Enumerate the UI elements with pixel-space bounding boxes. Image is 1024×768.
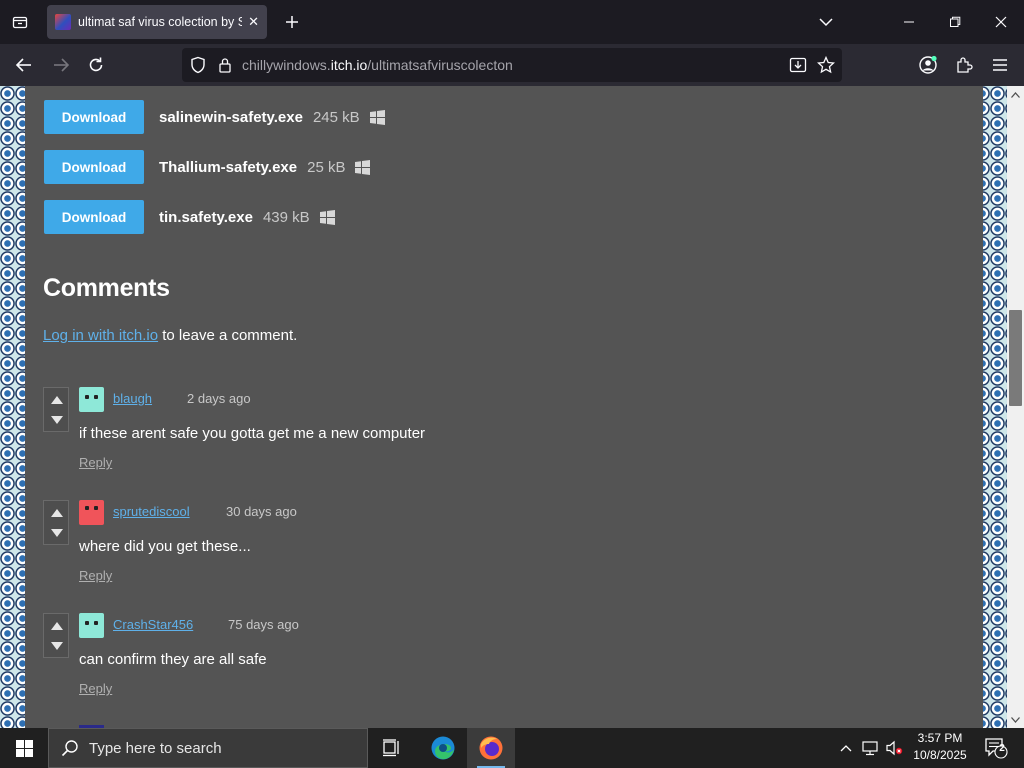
shield-icon[interactable] — [188, 55, 208, 75]
windows-logo-icon — [355, 159, 371, 175]
back-arrow-icon[interactable] — [9, 50, 39, 80]
download-row: Download tin.safety.exe 439 kB — [44, 200, 335, 234]
scrollbar-thumb[interactable] — [1009, 310, 1022, 406]
download-row: Download Thallium-safety.exe 25 kB — [44, 150, 371, 184]
lock-icon[interactable] — [215, 55, 235, 75]
downvote-icon[interactable] — [49, 411, 65, 429]
edge-icon[interactable] — [419, 728, 467, 768]
tab-bar: ultimat saf virus colection by Si ✕ — [0, 0, 1024, 44]
clock-date: 10/8/2025 — [913, 748, 967, 762]
tab-title: ultimat saf virus colection by Si — [78, 15, 243, 29]
scroll-up-icon[interactable] — [1007, 86, 1024, 103]
login-link[interactable]: Log in with itch.io — [43, 327, 158, 344]
windows-logo-icon — [369, 109, 385, 125]
download-button[interactable]: Download — [44, 150, 144, 184]
close-icon[interactable]: ✕ — [248, 14, 259, 30]
vote-box — [43, 387, 69, 432]
download-button[interactable]: Download — [44, 200, 144, 234]
comment-body: if these arent safe you gotta get me a n… — [79, 425, 426, 442]
reload-icon[interactable] — [81, 50, 111, 80]
forward-arrow-icon[interactable] — [46, 50, 76, 80]
url-path: /ultimatsafviruscolecton — [367, 57, 513, 73]
tab-favicon — [55, 14, 71, 30]
extensions-icon[interactable] — [949, 50, 979, 80]
avatar[interactable] — [79, 613, 104, 638]
download-file-name: Thallium-safety.exe — [159, 158, 298, 176]
search-placeholder: Type here to search — [89, 739, 222, 757]
avatar[interactable] — [79, 387, 104, 412]
browser-tab-active[interactable]: ultimat saf virus colection by Si ✕ — [47, 5, 267, 39]
upvote-icon[interactable] — [49, 391, 65, 409]
close-window-icon[interactable] — [979, 6, 1023, 38]
vote-box — [43, 500, 69, 545]
url-host: itch.io — [330, 57, 368, 73]
upvote-icon[interactable] — [49, 504, 65, 522]
page-viewport: Download salinewin-safety.exe 245 kB Dow… — [0, 86, 1024, 728]
clock-time: 3:57 PM — [917, 731, 963, 745]
page-scrollbar[interactable] — [1007, 86, 1024, 728]
notification-count: 2 — [999, 743, 1005, 754]
url-prefix: chillywindows. — [242, 57, 331, 73]
comment-author-link[interactable]: sprutediscool — [113, 504, 190, 519]
downvote-icon[interactable] — [49, 637, 65, 655]
windows-start-button[interactable] — [0, 728, 48, 768]
comment-timestamp: 2 days ago — [187, 391, 251, 406]
download-button[interactable]: Download — [44, 100, 144, 134]
url-text[interactable]: chillywindows.itch.io/ultimatsafviruscol… — [242, 57, 513, 73]
downvote-icon[interactable] — [49, 524, 65, 542]
reply-link[interactable]: Reply — [79, 455, 112, 470]
comment-author-link[interactable]: CrashStar456 — [113, 617, 193, 632]
search-icon — [61, 739, 79, 757]
login-suffix: to leave a comment. — [158, 327, 298, 344]
download-file-size: 245 kB — [312, 108, 360, 126]
vote-box — [43, 613, 69, 658]
navigation-toolbar: chillywindows.itch.io/ultimatsafviruscol… — [0, 44, 1024, 86]
notification-icon[interactable]: 2 — [978, 728, 1014, 768]
reply-link[interactable]: Reply — [79, 681, 112, 696]
star-icon[interactable] — [816, 55, 836, 75]
plus-icon[interactable] — [278, 8, 306, 36]
taskbar-clock[interactable]: 3:57 PM 10/8/2025 — [905, 730, 975, 764]
taskbar-search-box[interactable]: Type here to search — [48, 728, 368, 768]
download-file-name: salinewin-safety.exe — [159, 108, 303, 126]
firefox-icon[interactable] — [467, 728, 515, 768]
network-icon[interactable] — [859, 728, 883, 768]
login-prompt: Log in with itch.io to leave a comment. — [43, 327, 297, 344]
windows-logo-icon — [319, 209, 335, 225]
tab-list-icon[interactable] — [6, 8, 34, 36]
comment-body: can confirm they are all safe — [79, 651, 267, 668]
maximize-icon[interactable] — [933, 6, 977, 38]
comment-timestamp: 30 days ago — [226, 504, 297, 519]
scroll-down-icon[interactable] — [1007, 711, 1024, 728]
upvote-icon[interactable] — [49, 617, 65, 635]
task-view-icon[interactable] — [368, 728, 416, 768]
download-file-size: 25 kB — [307, 158, 346, 176]
reply-link[interactable]: Reply — [79, 568, 112, 583]
minimize-icon[interactable] — [887, 6, 931, 38]
account-icon[interactable] — [913, 50, 943, 80]
windows-taskbar: Type here to search 3:57 PM 10/8/2025 2 — [0, 728, 1024, 768]
volume-muted-icon[interactable] — [884, 728, 906, 768]
chevron-down-icon[interactable] — [804, 6, 848, 38]
show-hidden-icons-icon[interactable] — [836, 728, 856, 768]
avatar[interactable] — [79, 500, 104, 525]
url-bar[interactable]: chillywindows.itch.io/ultimatsafviruscol… — [182, 48, 842, 82]
menu-icon[interactable] — [985, 50, 1015, 80]
download-file-size: 439 kB — [262, 208, 310, 226]
comment-body: where did you get these... — [79, 538, 251, 555]
game-page-content: Download salinewin-safety.exe 245 kB Dow… — [25, 86, 983, 728]
comments-heading: Comments — [43, 274, 170, 302]
download-row: Download salinewin-safety.exe 245 kB — [44, 100, 385, 134]
save-to-pocket-icon[interactable] — [788, 55, 808, 75]
download-file-name: tin.safety.exe — [159, 208, 253, 226]
comment-author-link[interactable]: blaugh — [113, 391, 152, 406]
comment-timestamp: 75 days ago — [228, 617, 299, 632]
